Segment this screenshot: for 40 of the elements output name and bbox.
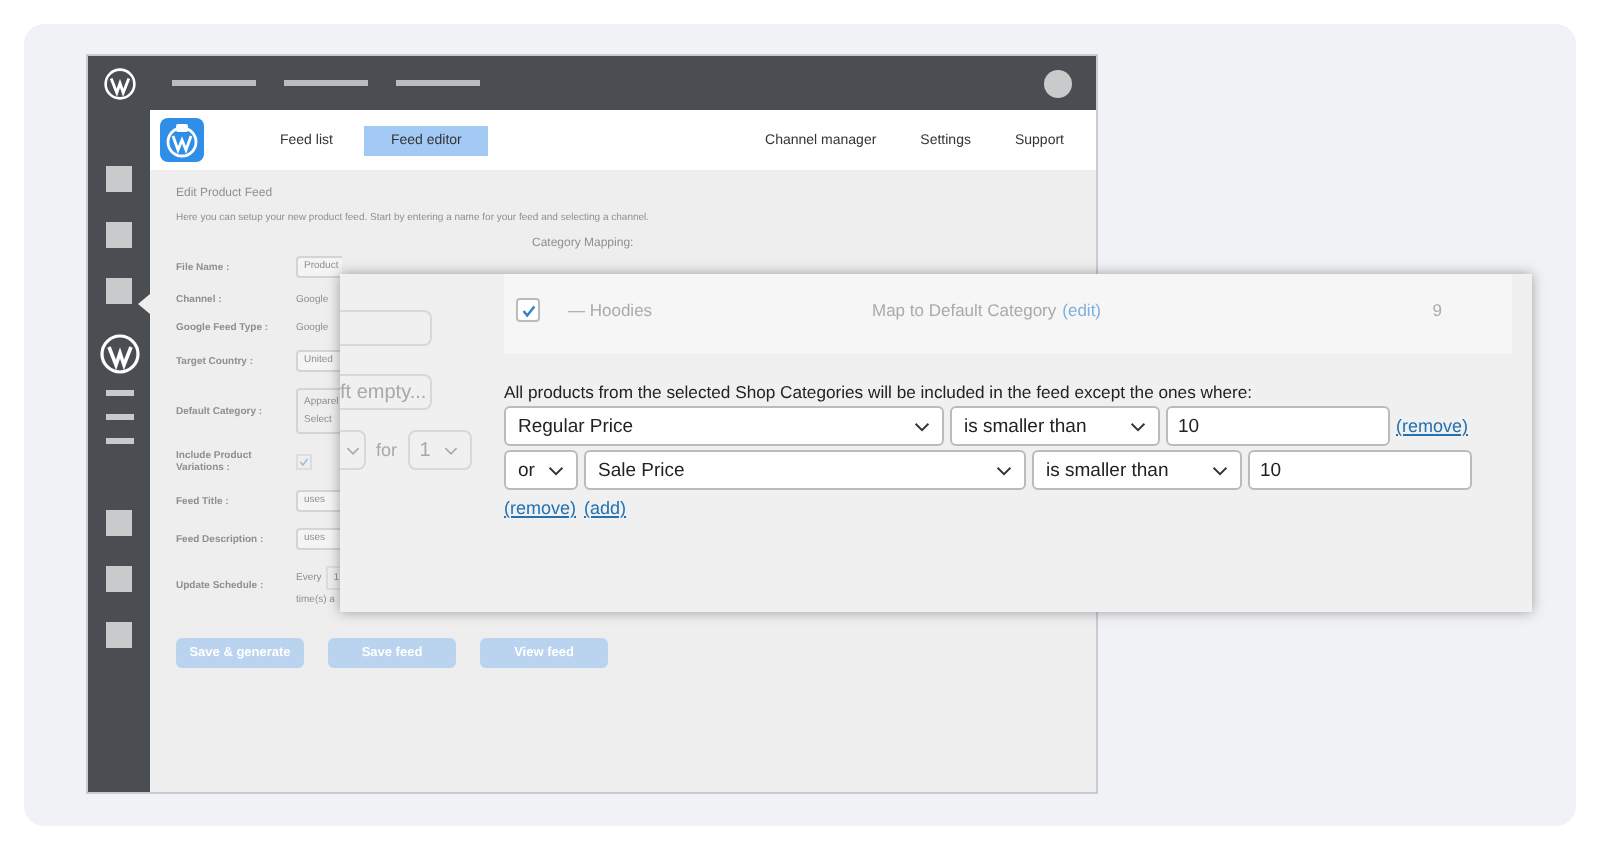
chevron-down-icon [444, 445, 459, 455]
category-name: — Hoodies [568, 300, 655, 320]
attribute-select[interactable]: Sale Price [584, 450, 1026, 490]
menu-square-icon[interactable] [106, 166, 132, 192]
operator-select[interactable]: is smaller than [950, 406, 1160, 446]
product-count: 9 [1432, 300, 1442, 320]
connector-select[interactable]: or [504, 450, 578, 490]
dropdown[interactable] [340, 430, 366, 470]
checkbox[interactable] [516, 298, 540, 322]
wordpress-logo-icon[interactable] [99, 334, 139, 374]
chevron-down-icon [1130, 421, 1146, 431]
wordpress-logo-icon [103, 67, 135, 99]
avatar-circle[interactable] [1044, 69, 1072, 97]
attribute-select[interactable]: Regular Price [504, 406, 944, 446]
chevron-down-icon [548, 465, 564, 475]
mapping-text: Map to Default Category [872, 300, 1057, 320]
filter-description: All products from the selected Shop Categories will be included in the feed except the ones where: [504, 382, 1255, 402]
remove-link[interactable]: (remove) [1396, 416, 1469, 436]
for-label: for [376, 440, 398, 460]
operator-select[interactable]: is smaller than [1032, 450, 1242, 490]
chevron-down-icon [996, 465, 1012, 475]
active-pointer-icon [138, 294, 150, 314]
menu-placeholder-bar[interactable] [172, 80, 256, 86]
chevron-down-icon [345, 445, 359, 455]
action-link[interactable]: (remove) [504, 498, 577, 518]
menu-square-icon[interactable] [106, 622, 132, 648]
chevron-down-icon [914, 421, 930, 431]
menu-square-icon[interactable] [106, 222, 132, 248]
menu-square-icon[interactable] [106, 278, 132, 304]
menu-placeholder-bar[interactable] [284, 80, 368, 86]
value-field[interactable]: 10 [1166, 406, 1390, 446]
value-field[interactable]: 10 [1248, 450, 1472, 490]
menu-square-icon[interactable] [106, 566, 132, 592]
menu-square-icon[interactable] [106, 510, 132, 536]
checkbox[interactable] [296, 454, 312, 470]
plugin-logo-icon [160, 118, 204, 162]
menu-placeholder-bar[interactable] [396, 80, 480, 86]
chevron-down-icon [1212, 465, 1228, 475]
action-link[interactable]: (add) [584, 498, 627, 518]
input-field[interactable] [340, 310, 432, 346]
